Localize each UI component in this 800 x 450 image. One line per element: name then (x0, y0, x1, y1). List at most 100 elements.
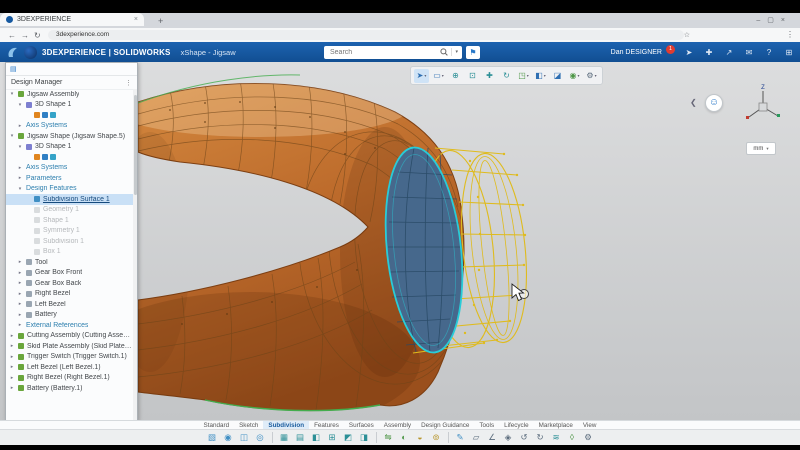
offset-surface-tool[interactable]: ⊚ (429, 431, 444, 444)
window-close-icon[interactable]: × (781, 17, 792, 24)
window-controls[interactable]: –▢× (756, 16, 792, 24)
notification-badge[interactable]: 1 (666, 45, 675, 54)
browser-menu-icon[interactable]: ⋮ (786, 30, 794, 39)
user-name[interactable]: Dan DESIGNER (611, 49, 662, 56)
tree-item[interactable]: ▸ Gear Box Front (6, 268, 133, 279)
browser-tab[interactable]: 3DEXPERIENCE × (0, 13, 144, 26)
plane-tool[interactable]: ▱ (469, 431, 484, 444)
surface-tool[interactable]: ≋ (549, 431, 564, 444)
search-bar[interactable]: ▾ (324, 46, 462, 59)
assistant-button[interactable]: ☺ (705, 94, 723, 112)
crease-edge-tool[interactable]: ◩ (341, 431, 356, 444)
maximize-icon[interactable]: ▢ (767, 17, 781, 24)
expander-icon[interactable]: ▾ (9, 133, 15, 139)
expander-icon[interactable]: ▸ (17, 123, 23, 129)
tab-close-icon[interactable]: × (134, 16, 138, 23)
expander-icon[interactable]: ▾ (17, 144, 23, 150)
tree-item[interactable]: ▸ Cutting Assembly (Cutting Assembly.1) (6, 331, 133, 342)
share-icon[interactable]: ↗ (723, 48, 735, 57)
weld-vertices-tool[interactable]: ⊞ (325, 431, 340, 444)
expander-icon[interactable]: ▸ (9, 364, 15, 370)
redo-tool[interactable]: ↻ (533, 431, 548, 444)
tree-item[interactable]: ▸ Right Bezel (6, 289, 133, 300)
tree-item[interactable]: ▸ Axis Systems (6, 121, 133, 132)
tree-item[interactable]: ▸ Left Bezel (Left Bezel.1) (6, 362, 133, 373)
expander-icon[interactable]: ▸ (9, 385, 15, 391)
expander-icon[interactable]: ▸ (9, 343, 15, 349)
minimize-icon[interactable]: – (756, 17, 767, 24)
tree-item[interactable]: Subdivision 1 (6, 236, 133, 247)
options-tool[interactable]: ⚙ (581, 431, 596, 444)
tree-item[interactable]: ▸ Skid Plate Assembly (Skid Plate Assemb… (6, 341, 133, 352)
tree-item[interactable]: Symmetry 1 (6, 226, 133, 237)
display-style-tool[interactable]: ◧ (533, 69, 548, 83)
render-options-tool[interactable]: ⚙ (584, 69, 599, 83)
pan-tool[interactable]: ✚ (482, 69, 497, 83)
cylinder-primitive-tool[interactable]: ◫ (237, 431, 252, 444)
tree-item[interactable]: ▸ Right Bezel (Right Bezel.1) (6, 373, 133, 384)
help-icon[interactable]: ? (763, 48, 775, 57)
panel-tree-icon[interactable]: ▤ (10, 65, 17, 73)
view-triad[interactable]: Z (740, 82, 786, 130)
expander-icon[interactable]: ▾ (17, 186, 23, 192)
tree-item[interactable]: ▾ 3D Shape 1 (6, 100, 133, 111)
expander-icon[interactable]: ▸ (17, 270, 23, 276)
fit-view-tool[interactable]: ⊡ (465, 69, 480, 83)
expander-icon[interactable]: ▸ (9, 333, 15, 339)
units-dropdown[interactable]: mm ▾ (746, 142, 776, 155)
message-icon[interactable]: ✉ (743, 48, 755, 57)
action-tool[interactable] (376, 432, 377, 443)
box-primitive-tool[interactable]: ▧ (205, 431, 220, 444)
action-tool[interactable] (272, 432, 273, 443)
tree-item[interactable]: Shape 1 (6, 215, 133, 226)
reload-icon[interactable]: ↻ (34, 31, 41, 40)
search-input[interactable] (324, 49, 440, 56)
split-face-tool[interactable]: ◧ (309, 431, 324, 444)
bookmark-star-icon[interactable]: ☆ (684, 31, 690, 39)
expander-icon[interactable]: ▸ (17, 301, 23, 307)
tree-item[interactable]: ▸ Tool (6, 257, 133, 268)
expander-icon[interactable]: ▸ (17, 312, 23, 318)
tree-item[interactable]: ▸ Gear Box Back (6, 278, 133, 289)
tree-item[interactable]: Subdivision Surface 1 (6, 194, 133, 205)
tree-item[interactable]: ▸ Battery (Battery.1) (6, 383, 133, 394)
scrollbar-thumb[interactable] (134, 95, 137, 195)
measure-tool[interactable]: ∠ (485, 431, 500, 444)
tag-button[interactable]: ⚑ (466, 46, 480, 59)
3d-viewport[interactable]: ➤▭⊕⊡✚↻◳◧◪◉⚙ ❮ ☺ Z mm ▾ ▤ Design Manager … (0, 62, 800, 420)
box-select-tool[interactable]: ▭ (431, 69, 446, 83)
tree-item[interactable]: ▸ Axis Systems (6, 163, 133, 174)
symmetry-tool[interactable]: ⇋ (381, 431, 396, 444)
sphere-primitive-tool[interactable]: ◉ (221, 431, 236, 444)
new-tab-button[interactable]: + (158, 16, 163, 26)
tree-item[interactable]: ▾ Jigsaw Assembly (6, 89, 133, 100)
thicken-tool[interactable]: ◒ (413, 431, 428, 444)
bridge-tool[interactable]: ◨ (357, 431, 372, 444)
torus-primitive-tool[interactable]: ◎ (253, 431, 268, 444)
tree-item[interactable]: ▾ Design Features (6, 184, 133, 195)
tree-item[interactable]: ▸ Parameters (6, 173, 133, 184)
expander-icon[interactable]: ▸ (9, 375, 15, 381)
expander-icon[interactable]: ▾ (9, 91, 15, 97)
section-view-tool[interactable]: ◪ (550, 69, 565, 83)
display-mesh-tool[interactable]: ◈ (501, 431, 516, 444)
expander-icon[interactable]: ▸ (17, 322, 23, 328)
tree-item[interactable]: ▸ Left Bezel (6, 299, 133, 310)
apps-grid-icon[interactable]: ⊞ (783, 48, 795, 57)
expander-icon[interactable]: ▸ (9, 354, 15, 360)
expander-icon[interactable]: ▾ (17, 102, 23, 108)
sketch-tool[interactable]: ✎ (453, 431, 468, 444)
expander-icon[interactable]: ▸ (17, 259, 23, 265)
undo-tool[interactable]: ↺ (517, 431, 532, 444)
edit-mesh-tool[interactable]: ▦ (277, 431, 292, 444)
tree-item[interactable] (6, 152, 133, 163)
expander-icon[interactable]: ▸ (17, 280, 23, 286)
tree-item[interactable]: ▾ 3D Shape 1 (6, 142, 133, 153)
search-dropdown-icon[interactable]: ▾ (455, 49, 458, 55)
forward-icon[interactable]: → (21, 31, 29, 40)
expander-icon[interactable]: ▸ (17, 291, 23, 297)
collapse-panel-icon[interactable]: ❮ (690, 98, 697, 107)
tree-item[interactable]: Box 1 (6, 247, 133, 258)
expander-icon[interactable]: ▸ (17, 175, 23, 181)
insert-loop-tool[interactable]: ▤ (293, 431, 308, 444)
